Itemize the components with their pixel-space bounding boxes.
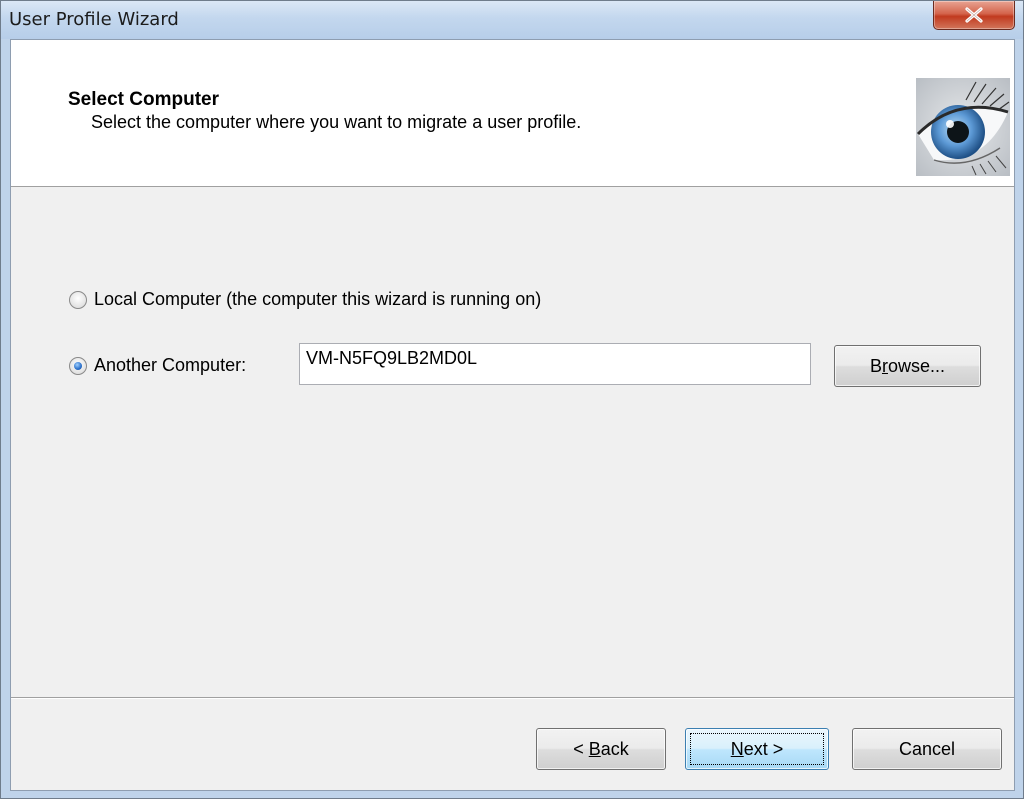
window-title: User Profile Wizard	[9, 9, 179, 30]
next-button-label: Next >	[731, 739, 784, 759]
back-label-part: <	[573, 739, 589, 759]
back-button-label: < Back	[573, 739, 629, 759]
next-label-rest: ext >	[743, 739, 784, 759]
next-access-key: N	[730, 739, 744, 759]
another-computer-label[interactable]: Another Computer:	[94, 355, 246, 376]
browse-label-part: B	[869, 356, 882, 376]
browse-label-rest: owse...	[887, 356, 946, 376]
back-button[interactable]: < Back	[536, 728, 666, 770]
another-computer-radio[interactable]	[69, 357, 87, 375]
local-computer-label[interactable]: Local Computer (the computer this wizard…	[94, 289, 541, 310]
eye-image	[916, 78, 1010, 176]
back-access-key: B	[588, 739, 601, 759]
next-button[interactable]: Next >	[685, 728, 829, 770]
title-bar[interactable]: User Profile Wizard	[1, 1, 1023, 39]
wizard-body: Select Computer Select the computer wher…	[10, 39, 1015, 791]
wizard-window: User Profile Wizard Select Computer Sele…	[0, 0, 1024, 799]
local-computer-radio[interactable]	[69, 291, 87, 309]
header-panel: Select Computer Select the computer wher…	[11, 40, 1014, 187]
back-label-rest: ack	[600, 739, 629, 759]
cancel-button[interactable]: Cancel	[852, 728, 1002, 770]
footer-divider	[11, 697, 1014, 699]
page-title: Select Computer	[68, 89, 219, 110]
browse-button[interactable]: Browse...	[834, 345, 981, 387]
computer-name-input[interactable]: VM-N5FQ9LB2MD0L	[299, 343, 811, 385]
page-subtitle: Select the computer where you want to mi…	[91, 112, 582, 132]
browse-button-label: Browse...	[870, 356, 945, 376]
cancel-button-label: Cancel	[898, 739, 956, 759]
close-icon	[965, 7, 983, 23]
close-button[interactable]	[933, 1, 1015, 30]
